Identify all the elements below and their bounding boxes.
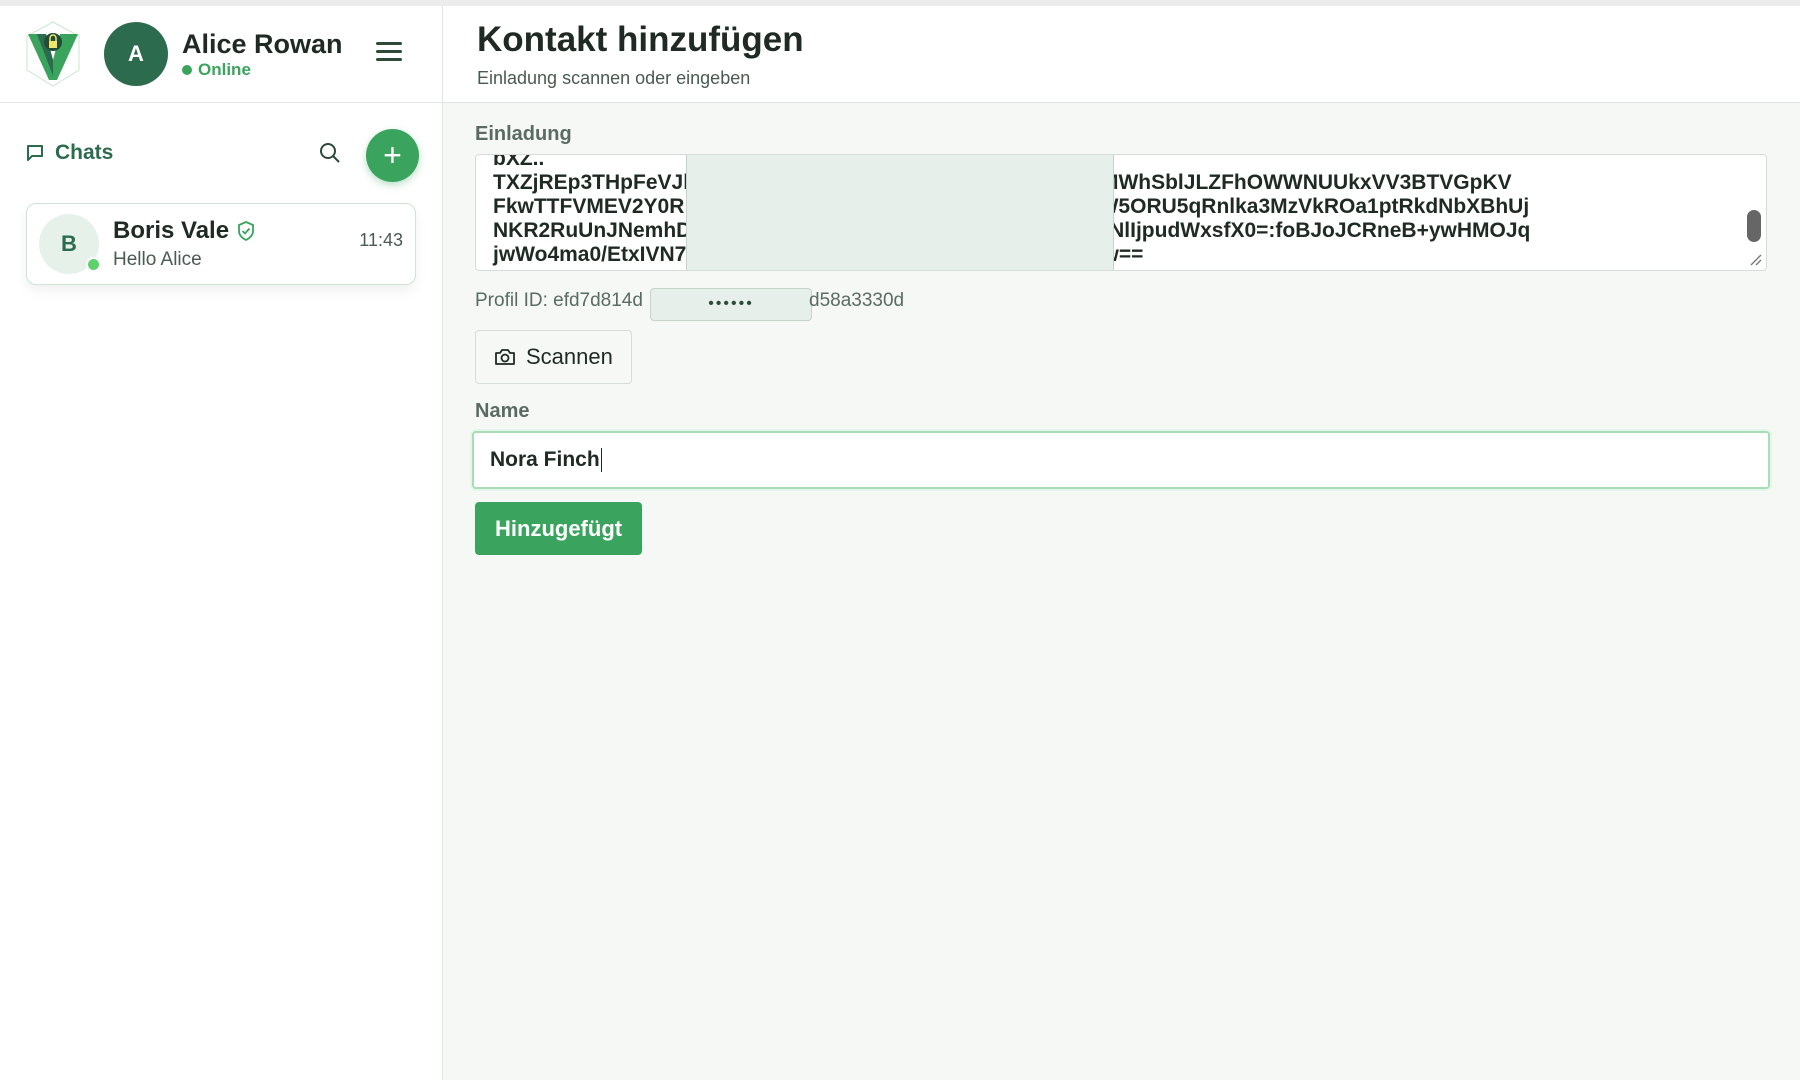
sidebar-header: A Alice Rowan Online bbox=[0, 6, 442, 103]
chat-preview: Hello Alice bbox=[113, 249, 202, 270]
contact-name-row: Boris Vale bbox=[113, 217, 255, 245]
user-avatar[interactable]: A bbox=[104, 22, 168, 86]
chats-heading: Chats bbox=[25, 141, 113, 165]
name-input-value: Nora Finch bbox=[490, 448, 600, 471]
user-info: Alice Rowan Online bbox=[182, 28, 343, 80]
main-panel: Kontakt hinzufügen Einladung scannen ode… bbox=[443, 6, 1800, 1080]
scrollbar-thumb[interactable] bbox=[1747, 210, 1761, 242]
verified-shield-icon bbox=[238, 221, 254, 241]
page-title: Kontakt hinzufügen bbox=[477, 20, 804, 59]
user-avatar-initial: A bbox=[128, 41, 144, 66]
chat-time: 11:43 bbox=[359, 230, 403, 250]
sidebar: A Alice Rowan Online Chats + B Boris Val bbox=[0, 6, 443, 1080]
submit-label: Hinzugefügt bbox=[495, 515, 623, 541]
online-indicator bbox=[86, 257, 101, 272]
user-status-label: Online bbox=[198, 60, 251, 79]
main-header: Kontakt hinzufügen Einladung scannen ode… bbox=[443, 6, 1800, 103]
invite-textarea[interactable]: bXZ.. ..QZ TXZjREp3THpFeVJl aHVjazQyVUVG… bbox=[475, 154, 1767, 271]
page-subtitle: Einladung scannen oder eingeben bbox=[477, 68, 751, 88]
contact-name: Boris Vale bbox=[113, 217, 230, 244]
scan-label: Scannen bbox=[526, 344, 613, 369]
submit-button[interactable]: Hinzugefügt bbox=[475, 502, 643, 555]
chats-label: Chats bbox=[55, 141, 114, 164]
user-name: Alice Rowan bbox=[182, 29, 343, 59]
camera-icon bbox=[495, 349, 515, 365]
chat-text: Boris Vale Hello Alice bbox=[113, 217, 255, 271]
profile-id-suffix: d58a3330d bbox=[809, 290, 905, 311]
hamburger-menu-icon[interactable] bbox=[376, 42, 402, 64]
app-window: A Alice Rowan Online Chats + B Boris Val bbox=[0, 0, 1800, 1080]
contact-avatar: B bbox=[39, 214, 101, 274]
profile-id-mask: •••••• bbox=[650, 288, 812, 321]
app-logo-icon bbox=[26, 21, 80, 87]
status-dot-icon bbox=[182, 65, 192, 75]
resize-handle-icon[interactable] bbox=[1748, 252, 1762, 266]
chat-list-item[interactable]: B Boris Vale Hello Alice 11:43 bbox=[26, 203, 416, 285]
profile-id-prefix: Profil ID: efd7d814d bbox=[475, 290, 643, 311]
contact-avatar-initial: B bbox=[61, 231, 77, 256]
name-label: Name bbox=[475, 400, 530, 422]
plus-icon: + bbox=[383, 137, 402, 173]
new-chat-button[interactable]: + bbox=[366, 129, 419, 182]
scan-button[interactable]: Scannen bbox=[475, 330, 632, 384]
text-caret bbox=[600, 448, 602, 472]
chats-toolbar: Chats + bbox=[0, 103, 442, 203]
add-contact-form: Einladung bXZ.. ..QZ TXZjREp3THpFeVJl aH… bbox=[443, 103, 1800, 555]
name-input[interactable]: Nora Finch bbox=[472, 431, 1770, 489]
user-status: Online bbox=[182, 60, 343, 80]
search-icon[interactable] bbox=[318, 141, 342, 165]
redaction-overlay bbox=[686, 155, 1114, 270]
profile-id: Profil ID: efd7d814d •••••• d58a3330d bbox=[475, 288, 1770, 321]
invite-label: Einladung bbox=[475, 123, 572, 145]
chat-bubble-icon bbox=[27, 145, 43, 161]
